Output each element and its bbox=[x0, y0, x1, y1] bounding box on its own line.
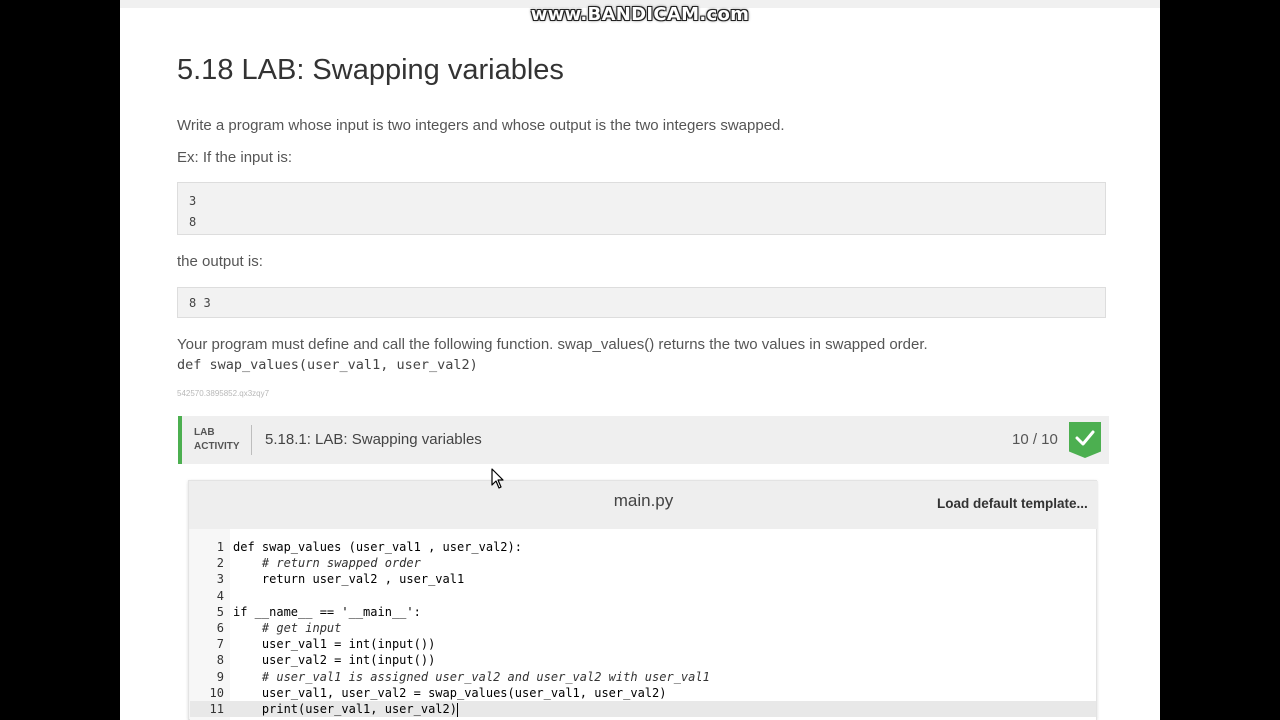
code-line[interactable]: 7 user_val1 = int(input()) bbox=[190, 636, 1096, 652]
code-line[interactable]: 5 if __name__ == '__main__': bbox=[190, 604, 1096, 620]
code-text: user_val2 = int(input()) bbox=[233, 653, 436, 668]
requirement-text: Your program must define and call the fo… bbox=[177, 336, 928, 353]
code-line[interactable]: 10 user_val1, user_val2 = swap_values(us… bbox=[190, 685, 1096, 701]
mouse-pointer-icon bbox=[491, 468, 504, 489]
code-text: # user_val1 is assigned user_val2 and us… bbox=[233, 669, 710, 684]
input-example-box: 3 8 bbox=[177, 182, 1106, 235]
code-text: print(user_val1, user_val2) bbox=[233, 702, 458, 717]
code-text: user_val1, user_val2 = swap_values(user_… bbox=[233, 685, 667, 700]
code-editor[interactable]: 1 def swap_values (user_val1 , user_val2)… bbox=[190, 529, 1096, 720]
code-text: if __name__ == '__main__': bbox=[233, 604, 421, 619]
code-text: # get input bbox=[233, 621, 342, 635]
tracking-id: 542570.3895852.qx3zqy7 bbox=[177, 389, 270, 398]
code-line[interactable]: 2 # return swapped order bbox=[190, 555, 1096, 571]
lab-activity-title: 5.18.1: LAB: Swapping variables bbox=[265, 431, 482, 448]
load-default-template-button[interactable]: Load default template... bbox=[937, 496, 1088, 511]
code-editor-panel: main.py Load default template... 1 def sw… bbox=[188, 480, 1098, 720]
line-number: 3 bbox=[216, 572, 224, 587]
code-line[interactable]: 3 return user_val2 , user_val1 bbox=[190, 571, 1096, 587]
code-line[interactable]: 11 print(user_val1, user_val2) bbox=[190, 701, 1096, 718]
function-signature: def swap_values(user_val1, user_val2) bbox=[177, 357, 478, 373]
lab-activity-header: LAB ACTIVITY 5.18.1: LAB: Swapping varia… bbox=[178, 416, 1109, 464]
text-caret bbox=[456, 702, 458, 717]
line-number: 4 bbox=[216, 588, 224, 603]
output-example-box: 8 3 bbox=[177, 287, 1106, 318]
line-number: 8 bbox=[216, 653, 224, 668]
line-number: 2 bbox=[216, 556, 224, 571]
lab-activity-label: LAB ACTIVITY bbox=[194, 427, 240, 452]
code-text: # return swapped order bbox=[233, 556, 421, 571]
lesson-intro: Write a program whose input is two integ… bbox=[177, 117, 785, 134]
code-text: user_val1 = int(input()) bbox=[233, 637, 436, 652]
line-number: 6 bbox=[216, 621, 224, 635]
example-label: Ex: If the input is: bbox=[177, 149, 293, 166]
bandicam-watermark: www.BANDICAM.com bbox=[530, 4, 750, 25]
code-text: return user_val2 , user_val1 bbox=[233, 572, 465, 587]
code-line[interactable]: 4 bbox=[190, 588, 1096, 604]
line-number: 1 bbox=[216, 540, 224, 554]
page-title: 5.18 LAB: Swapping variables bbox=[177, 54, 564, 86]
line-number: 9 bbox=[216, 669, 224, 684]
line-number: 5 bbox=[216, 604, 224, 619]
lesson-page: 5.18 LAB: Swapping variables Write a pro… bbox=[120, 0, 1160, 720]
lab-header-divider bbox=[251, 425, 252, 455]
output-label: the output is: bbox=[177, 253, 263, 270]
line-number: 11 bbox=[209, 702, 224, 716]
editor-header: main.py Load default template... bbox=[189, 481, 1098, 529]
code-text: def swap_values (user_val1 , user_val2): bbox=[233, 540, 522, 554]
check-icon bbox=[1069, 422, 1101, 458]
code-line[interactable]: 1 def swap_values (user_val1 , user_val2)… bbox=[190, 539, 1096, 555]
lab-score: 10 / 10 bbox=[1012, 431, 1058, 448]
code-line[interactable]: 8 user_val2 = int(input()) bbox=[190, 652, 1096, 668]
code-line[interactable]: 6 # get input bbox=[190, 620, 1096, 636]
line-number: 7 bbox=[216, 637, 224, 652]
line-number: 10 bbox=[209, 685, 224, 700]
code-line[interactable]: 9 # user_val1 is assigned user_val2 and … bbox=[190, 669, 1096, 685]
